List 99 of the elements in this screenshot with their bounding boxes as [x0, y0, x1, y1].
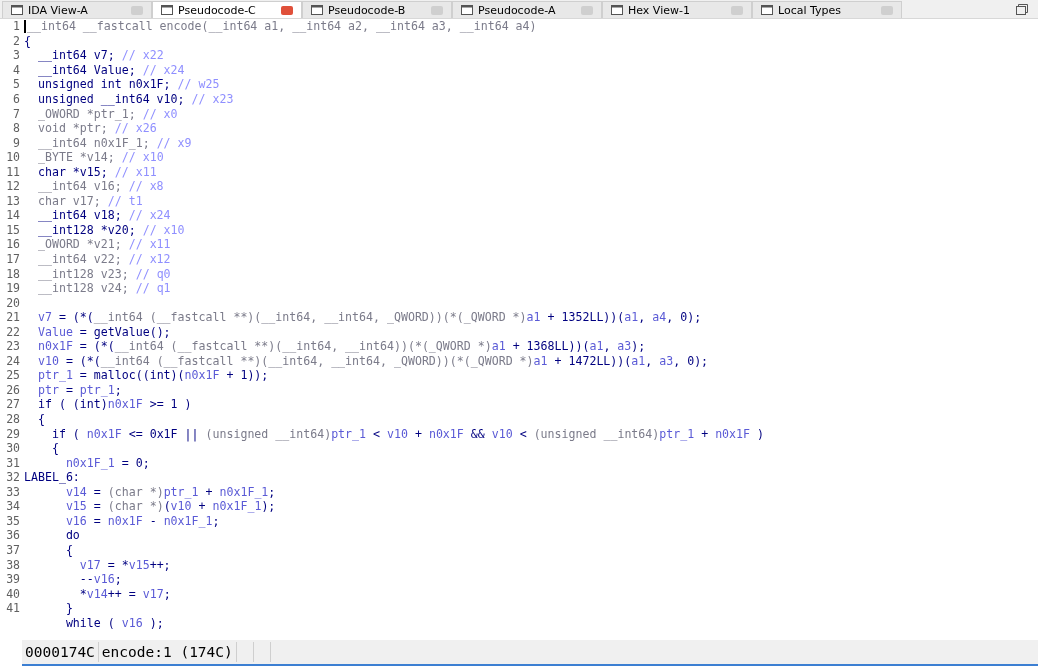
- tab[interactable]: Pseudocode-B: [302, 1, 452, 18]
- line-number: 15: [5, 222, 21, 237]
- tab[interactable]: Pseudocode-C: [152, 1, 302, 18]
- line-number: 34: [5, 499, 21, 514]
- code-line: char *v15; // x11: [36, 164, 157, 179]
- code-line: LABEL_6:: [24, 470, 80, 485]
- code-line: char v17; // t1: [36, 193, 143, 208]
- code-line: unsigned __int64 v10; // x23: [36, 92, 234, 106]
- code-line: __int128 *v20; // x10: [36, 222, 185, 237]
- window-icon: [611, 5, 623, 15]
- code-line: n0x1F = (*(__int64 (__fastcall **)(__int64, __int64))(*(_QWORD *)a1 + 1368LL))(a1, a3);: [36, 339, 646, 354]
- line-number: 6: [12, 92, 21, 106]
- code-line: v15 = (char *)(v10 + n0x1F_1);: [64, 499, 276, 514]
- code-line: n0x1F_1 = 0;: [64, 455, 150, 470]
- window-icon: [461, 5, 473, 15]
- code-line: ptr_1 = malloc((int)(n0x1F + 1));: [36, 368, 269, 383]
- close-icon[interactable]: [281, 5, 293, 15]
- line-number: 33: [5, 484, 21, 499]
- window-icon: [161, 5, 173, 15]
- line-number: 40: [5, 586, 21, 601]
- window-icon: [11, 5, 23, 15]
- code-line: __int128 v24; // q1: [36, 281, 171, 296]
- line-number: 31: [5, 455, 21, 470]
- text-cursor: [24, 19, 26, 33]
- line-number: 22: [5, 324, 21, 339]
- window-icon: [761, 5, 773, 15]
- code-line: _OWORD *v21; // x11: [36, 237, 171, 252]
- line-number: 41: [5, 601, 21, 616]
- line-number: 9: [12, 135, 21, 150]
- code-line: unsigned int n0x1F; // w25: [36, 77, 220, 92]
- code-line: while ( v16 );: [64, 615, 164, 630]
- location-text: encode:1 (174C): [98, 642, 237, 662]
- tab[interactable]: Local Types: [752, 1, 902, 18]
- code-line: if ( n0x1F <= 0x1F || (unsigned __int64)ptr_1 < v10 + n0x1F && v10 < (unsigned __int64)ptr_1 + n0x1F ): [50, 426, 764, 441]
- code-line: _OWORD *ptr_1; // x0: [36, 106, 178, 121]
- code-line: ptr = ptr_1;: [36, 382, 122, 397]
- code-line: _BYTE *v14; // x10: [36, 150, 164, 165]
- code-line: __int64 v18; // x24: [36, 208, 171, 223]
- line-number: 25: [5, 368, 21, 383]
- line-number: 21: [5, 310, 21, 325]
- tab[interactable]: Hex View-1: [602, 1, 752, 18]
- code-line: v10 = (*(__int64 (__fastcall **)(__int64, __int64, _QWORD))(*(_QWORD *)a1 + 1472LL))(a1, a3, 0);: [36, 353, 709, 368]
- code-line: Value = getValue();: [36, 324, 171, 339]
- line-number: 27: [5, 397, 21, 412]
- code-line: --v16;: [78, 572, 122, 587]
- code-line: {: [64, 542, 73, 557]
- line-number: 13: [5, 193, 21, 208]
- line-number: 4: [12, 62, 21, 77]
- tab[interactable]: Pseudocode-A: [452, 1, 602, 18]
- line-number: 23: [5, 339, 21, 354]
- line-number: 28: [5, 412, 21, 427]
- line-number: 35: [5, 513, 21, 528]
- code-line: {: [50, 441, 59, 456]
- line-number: 1: [12, 19, 21, 34]
- line-number: 2: [12, 33, 21, 48]
- line-number: 16: [5, 237, 21, 252]
- line-number: 29: [5, 426, 21, 441]
- code-line: *v14++ = v17;: [78, 586, 171, 601]
- code-line: __int64 Value; // x24: [36, 62, 185, 77]
- line-number: 5: [12, 77, 21, 92]
- code-line: void *ptr; // x26: [36, 121, 157, 136]
- window-icon: [311, 5, 323, 15]
- line-number: 18: [5, 266, 21, 281]
- line-number: 26: [5, 382, 21, 397]
- code-line: if ( (int)n0x1F >= 1 ): [36, 397, 192, 412]
- code-line: __int64 v16; // x8: [36, 179, 164, 194]
- line-number: 39: [5, 572, 21, 587]
- code-line: do: [64, 528, 80, 543]
- line-number: 8: [12, 121, 21, 136]
- code-line: }: [64, 601, 73, 616]
- code-line: {: [24, 33, 31, 48]
- line-number: 17: [5, 252, 21, 266]
- line-number: 32: [5, 470, 21, 485]
- line-number: 12: [5, 179, 21, 194]
- code-line: __int64 __fastcall encode(__int64 a1, __int64 a2, __int64 a3, __int64 a4): [27, 19, 537, 34]
- line-number: 37: [5, 542, 21, 557]
- code-line: v17 = *v15++;: [78, 557, 171, 572]
- line-number: 19: [5, 281, 21, 296]
- code-line: __int64 v7; // x22: [36, 48, 164, 63]
- address-text: 0000174C: [22, 642, 99, 662]
- line-number: 36: [5, 528, 21, 543]
- code-line: v16 = n0x1F - n0x1F_1;: [64, 513, 220, 528]
- line-number: 24: [5, 353, 21, 368]
- code-line: {: [36, 412, 45, 427]
- restore-icon[interactable]: [1016, 4, 1028, 15]
- line-number: 7: [12, 106, 21, 121]
- line-number: 14: [5, 208, 21, 223]
- code-line: __int64 n0x1F_1; // x9: [36, 135, 192, 150]
- tab[interactable]: IDA View-A: [2, 1, 152, 18]
- line-number: 30: [5, 441, 21, 456]
- line-number: 20: [5, 295, 21, 310]
- code-line: v7 = (*(__int64 (__fastcall **)(__int64, __int64, _QWORD))(*(_QWORD *)a1 + 1352LL))(a1, a4, 0);: [36, 310, 702, 325]
- line-number: 38: [5, 557, 21, 572]
- line-number: 11: [5, 164, 21, 179]
- line-number: 10: [5, 150, 21, 165]
- code-line: __int128 v23; // q0: [36, 266, 171, 281]
- code-line: v14 = (char *)ptr_1 + n0x1F_1;: [64, 484, 276, 499]
- line-number: 3: [12, 48, 21, 63]
- code-line: __int64 v22; // x12: [36, 252, 171, 266]
